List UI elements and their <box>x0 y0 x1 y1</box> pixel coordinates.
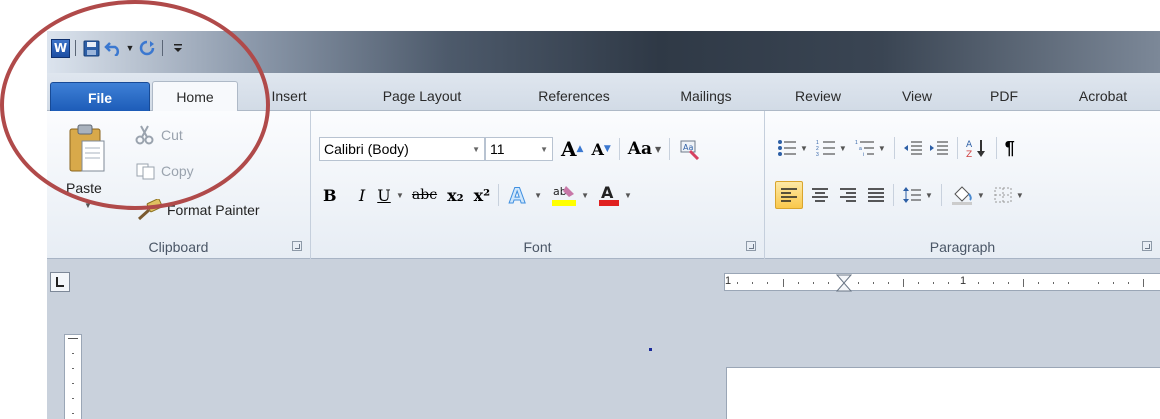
paragraph-row-1: ▼ 123 ▼ 1ai ▼ AZ ¶ <box>777 137 1015 159</box>
vertical-ruler[interactable] <box>64 334 82 419</box>
align-left-button[interactable] <box>775 181 803 209</box>
numbering-dropdown-icon[interactable]: ▼ <box>839 144 847 153</box>
decrease-indent-icon[interactable] <box>903 139 923 157</box>
increase-indent-icon[interactable] <box>929 139 949 157</box>
format-painter-label: Format Painter <box>167 202 260 218</box>
font-family-value: Calibri (Body) <box>324 141 409 157</box>
paragraph-row-2: ▼ ▼ ▼ <box>775 181 1024 209</box>
highlight-dropdown-icon[interactable]: ▼ <box>581 191 589 200</box>
cursor-dot <box>649 348 652 351</box>
align-right-icon[interactable] <box>839 187 857 203</box>
bold-button[interactable]: B <box>323 186 349 205</box>
shading-dropdown-icon[interactable]: ▼ <box>977 191 985 200</box>
font-color-dropdown-icon[interactable]: ▼ <box>624 191 632 200</box>
line-spacing-icon[interactable] <box>902 186 922 204</box>
chevron-down-icon: ▼ <box>540 144 548 154</box>
change-case-button[interactable]: Aa ▼ <box>628 139 661 159</box>
tab-acrobat[interactable]: Acrobat <box>1065 81 1141 111</box>
font-color-icon[interactable]: A <box>597 183 621 207</box>
svg-text:A: A <box>509 184 526 207</box>
align-left-icon <box>781 188 797 202</box>
tab-selector-icon[interactable] <box>50 272 70 292</box>
bullets-dropdown-icon[interactable]: ▼ <box>800 144 808 153</box>
tab-page-layout[interactable]: Page Layout <box>361 81 483 111</box>
document-page[interactable] <box>726 367 1160 419</box>
subscript-button[interactable]: x₂ <box>447 186 464 205</box>
document-area: 1 1 <box>47 260 1160 419</box>
ruler-number: 1 <box>960 275 967 287</box>
toolbar-separator <box>498 184 500 206</box>
tab-references[interactable]: References <box>519 81 629 111</box>
highlight-icon[interactable]: ab <box>550 183 578 207</box>
paragraph-dialog-launcher-icon[interactable] <box>1142 241 1152 251</box>
toolbar-separator <box>669 138 671 160</box>
sort-icon[interactable]: AZ <box>966 138 988 158</box>
superscript-button[interactable]: x² <box>474 186 491 205</box>
annotation-circle <box>0 0 270 210</box>
italic-button[interactable]: I <box>349 186 375 205</box>
text-effects-dropdown-icon[interactable]: ▼ <box>534 191 542 200</box>
svg-text:1: 1 <box>855 140 858 146</box>
shading-icon[interactable] <box>950 184 974 206</box>
tab-mailings[interactable]: Mailings <box>661 81 751 111</box>
align-center-icon[interactable] <box>811 187 829 203</box>
paragraph-group-label: Paragraph <box>929 239 996 255</box>
line-spacing-dropdown-icon[interactable]: ▼ <box>925 191 933 200</box>
toolbar-separator <box>940 184 942 206</box>
svg-text:Aa: Aa <box>683 143 693 152</box>
font-group-label: Font <box>523 239 552 255</box>
show-formatting-icon[interactable]: ¶ <box>1005 138 1015 159</box>
chevron-down-icon: ▼ <box>472 144 480 154</box>
underline-dropdown-icon[interactable]: ▼ <box>396 191 404 200</box>
font-group: Calibri (Body) ▼ 11 ▼ A ▲ A ▼ Aa ▼ Aa B I U… <box>311 111 765 259</box>
numbering-icon[interactable]: 123 <box>816 139 836 157</box>
shrink-font-icon[interactable]: A ▼ <box>591 140 610 159</box>
font-size-select[interactable]: 11 ▼ <box>485 137 553 161</box>
grow-font-icon[interactable]: A ▲ <box>561 137 583 161</box>
tab-pdf[interactable]: PDF <box>982 81 1026 111</box>
toolbar-separator <box>893 137 895 159</box>
font-size-value: 11 <box>490 141 505 157</box>
clipboard-dialog-launcher-icon[interactable] <box>292 241 302 251</box>
borders-dropdown-icon[interactable]: ▼ <box>1016 191 1024 200</box>
justify-icon[interactable] <box>867 187 885 203</box>
font-dialog-launcher-icon[interactable] <box>746 241 756 251</box>
bullets-icon[interactable] <box>777 139 797 157</box>
underline-button[interactable]: U <box>375 186 393 205</box>
toolbar-separator <box>618 138 620 160</box>
toolbar-separator <box>956 137 958 159</box>
ruler-number: 1 <box>725 275 732 287</box>
horizontal-ruler[interactable]: 1 1 <box>724 273 1160 292</box>
paragraph-group: ▼ 123 ▼ 1ai ▼ AZ ¶ ▼ ▼ ▼ Paragraph <box>765 111 1160 259</box>
toolbar-separator <box>893 184 894 206</box>
text-effects-icon[interactable]: A <box>507 183 531 208</box>
tab-view[interactable]: View <box>891 81 943 111</box>
tab-review[interactable]: Review <box>782 81 854 111</box>
strikethrough-button[interactable]: abc <box>412 187 437 203</box>
svg-text:A: A <box>601 183 614 202</box>
ruler-ticks <box>737 274 1144 292</box>
multilevel-list-icon[interactable]: 1ai <box>855 139 875 157</box>
svg-text:A: A <box>966 140 973 150</box>
font-format-row: B I U ▼ abc x₂ x² A ▼ ab ▼ A ▼ <box>323 183 632 207</box>
svg-text:3: 3 <box>816 152 819 157</box>
clear-formatting-icon[interactable]: Aa <box>678 138 702 160</box>
font-family-select[interactable]: Calibri (Body) ▼ <box>319 137 485 161</box>
svg-text:i: i <box>863 152 864 157</box>
svg-text:a: a <box>859 146 862 152</box>
borders-icon[interactable] <box>993 186 1013 204</box>
svg-text:Z: Z <box>966 150 972 158</box>
multilevel-dropdown-icon[interactable]: ▼ <box>878 144 886 153</box>
clipboard-group-label: Clipboard <box>148 239 209 255</box>
vertical-ruler-ticks <box>68 338 78 414</box>
toolbar-separator <box>995 137 997 159</box>
